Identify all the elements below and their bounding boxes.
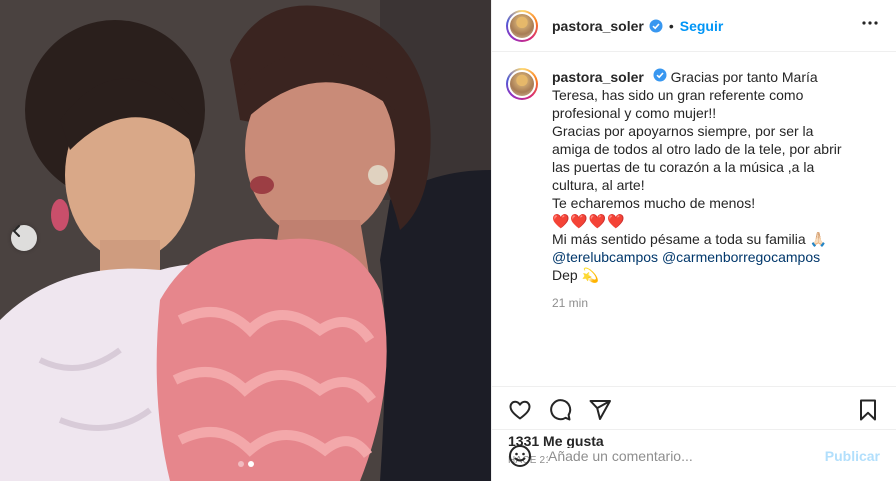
bookmark-icon[interactable]: [856, 398, 880, 422]
condolence-line: Mi más sentido pésame a toda su familia …: [552, 231, 827, 247]
action-bar: [492, 387, 896, 433]
carousel-prev-button[interactable]: [11, 225, 37, 251]
caption-avatar[interactable]: [506, 68, 538, 100]
post-header: pastora_soler • Seguir: [492, 0, 896, 52]
caption-line: cultura, al arte!: [552, 177, 645, 193]
follow-button[interactable]: Seguir: [680, 18, 724, 34]
share-icon[interactable]: [588, 398, 612, 422]
mention-link[interactable]: @carmenborregocampos: [662, 249, 820, 265]
caption-line: amiga de todos al otro lado de la tele, …: [552, 141, 842, 157]
caption-line: Gracias por apoyarnos siempre, por ser l…: [552, 123, 814, 139]
caption-line: Gracias por tanto María: [670, 69, 818, 85]
caption-username: pastora_soler Gracias por tanto María: [552, 68, 818, 85]
caption-line: Te echaremos mucho de menos!: [552, 195, 756, 211]
caption-section: pastora_soler Gracias por tanto María Te…: [492, 52, 896, 387]
post-photo[interactable]: [0, 0, 491, 481]
verified-badge-icon: [649, 19, 663, 33]
carousel-dot: [237, 461, 244, 467]
caption-timestamp[interactable]: 21 min: [552, 294, 852, 312]
sign-off-line: Dep 💫: [552, 267, 600, 283]
mention-link[interactable]: @terelubcampos: [552, 249, 658, 265]
caption-text: pastora_soler Gracias por tanto María Te…: [552, 68, 852, 386]
caption-line: Teresa, has sido un gran referente como: [552, 87, 804, 103]
comment-form: Publicar: [492, 429, 896, 481]
more-options-icon[interactable]: [860, 13, 880, 38]
carousel-dot-active: [247, 461, 254, 467]
hearts-emoji: ❤️❤️❤️❤️: [552, 213, 626, 229]
post-details-pane: pastora_soler • Seguir pastora_soler Gra…: [491, 0, 896, 481]
username-link[interactable]: pastora_soler: [552, 18, 644, 34]
emoji-icon[interactable]: [508, 444, 532, 468]
caption-line: profesional y como mujer!!: [552, 105, 717, 121]
heart-icon[interactable]: [508, 398, 532, 422]
caption-line: las puertas de tu corazón a la música ,a…: [552, 159, 815, 175]
publish-button[interactable]: Publicar: [825, 448, 880, 464]
caption-username-link[interactable]: pastora_soler: [552, 69, 644, 85]
photo-illustration: [0, 0, 491, 481]
carousel-indicator: [0, 461, 491, 467]
comment-icon[interactable]: [548, 398, 572, 422]
comment-input[interactable]: [548, 447, 825, 464]
separator: •: [668, 17, 674, 34]
avatar[interactable]: [506, 9, 538, 42]
verified-badge-icon: [653, 68, 667, 82]
